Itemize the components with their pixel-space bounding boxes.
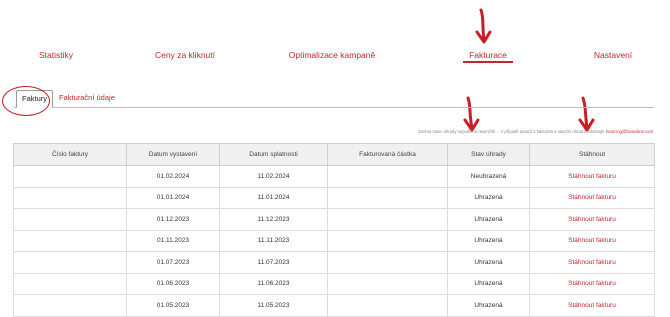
issue-date-cell: 01.01.2024 (126, 186, 220, 209)
payment-status-cell: Uhrazená (447, 272, 530, 295)
column-header-due-date: Datum splatnosti (219, 143, 328, 166)
table-row: 01.01.2024 11.01.2024 Uhrazená Stáhnout … (13, 186, 655, 209)
issue-date-cell: 01.11.2023 (126, 229, 220, 252)
due-date-cell: 11.01.2024 (219, 186, 328, 209)
column-header-amount: Fakturovaná částka (327, 143, 448, 166)
column-header-issue-date: Datum vystavení (126, 143, 220, 166)
due-date-cell: 11.11.2023 (219, 229, 328, 252)
due-date-cell: 11.06.2023 (219, 272, 328, 295)
issue-date-cell: 01.06.2023 (126, 272, 220, 295)
nav-item-fakturace[interactable]: Fakturace (469, 50, 507, 60)
nav-item-statistiky[interactable]: Statistiky (39, 50, 73, 60)
column-header-invoice-number: Číslo faktury (13, 143, 127, 166)
amount-cell (327, 208, 448, 231)
active-nav-indicator (463, 61, 513, 63)
download-invoice-link[interactable]: Stáhnout fakturu (529, 229, 655, 252)
column-header-payment-status: Stav úhrady (447, 143, 530, 166)
billing-tabs: Faktury Fakturační údaje (14, 88, 654, 108)
issue-date-cell: 01.07.2023 (126, 251, 220, 274)
tabs-divider (14, 107, 654, 108)
payment-status-cell: Neuhrazená (447, 165, 530, 188)
nav-item-optimalizace-kampane[interactable]: Optimalizace kampaně (289, 50, 375, 60)
table-row: 01.02.2024 11.02.2024 Neuhrazená Stáhnou… (13, 165, 655, 188)
amount-cell (327, 229, 448, 252)
table-row: 01.11.2023 11.11.2023 Uhrazená Stáhnout … (13, 229, 655, 252)
top-navigation: Statistiky Ceny za kliknutí Optimalizace… (0, 0, 670, 70)
payment-status-cell: Uhrazená (447, 186, 530, 209)
invoice-number-cell (13, 186, 127, 209)
annotation-circle (2, 86, 50, 116)
download-invoice-link[interactable]: Stáhnout fakturu (529, 272, 655, 295)
table-row: 01.07.2023 11.07.2023 Uhrazená Stáhnout … (13, 251, 655, 274)
payment-status-cell: Uhrazená (447, 229, 530, 252)
invoice-number-cell (13, 165, 127, 188)
amount-cell (327, 251, 448, 274)
nav-item-ceny-za-kliknuti[interactable]: Ceny za kliknutí (155, 50, 215, 60)
annotation-arrow-down-icon (475, 8, 492, 44)
table-header-row: Číslo faktury Datum vystavení Datum spla… (13, 143, 655, 166)
payment-status-cell: Uhrazená (447, 208, 530, 231)
note-email-link[interactable]: invoicing@favionline.com (606, 129, 653, 134)
invoice-number-cell (13, 208, 127, 231)
due-date-cell: 11.07.2023 (219, 251, 328, 274)
due-date-cell: 11.12.2023 (219, 208, 328, 231)
due-date-cell: 11.02.2024 (219, 165, 328, 188)
download-invoice-link[interactable]: Stáhnout fakturu (529, 251, 655, 274)
amount-cell (327, 165, 448, 188)
column-header-download: Stáhnout (529, 143, 655, 166)
amount-cell (327, 186, 448, 209)
invoice-number-cell (13, 251, 127, 274)
download-invoice-link[interactable]: Stáhnout fakturu (529, 165, 655, 188)
issue-date-cell: 01.12.2023 (126, 208, 220, 231)
amount-cell (327, 272, 448, 295)
payment-status-cell: Uhrazená (447, 251, 530, 274)
issue-date-cell: 01.02.2024 (126, 165, 220, 188)
tab-fakturacni-udaje[interactable]: Fakturační údaje (54, 90, 120, 106)
download-invoice-link[interactable]: Stáhnout fakturu (529, 186, 655, 209)
invoices-table-body: 01.02.2024 11.02.2024 Neuhrazená Stáhnou… (13, 165, 655, 317)
invoices-table: Číslo faktury Datum vystavení Datum spla… (13, 143, 655, 317)
payment-status-note: Změna stavu úhrady nepodléhá okamžitě… V… (418, 129, 653, 134)
table-row: 01.06.2023 11.06.2023 Uhrazená Stáhnout … (13, 272, 655, 295)
invoice-number-cell (13, 229, 127, 252)
invoice-number-cell (13, 272, 127, 295)
note-text: Změna stavu úhrady nepodléhá okamžitě… V… (418, 129, 605, 134)
table-row: 01.12.2023 11.12.2023 Uhrazená Stáhnout … (13, 208, 655, 231)
download-invoice-link[interactable]: Stáhnout fakturu (529, 208, 655, 231)
nav-item-nastaveni[interactable]: Nastavení (594, 50, 632, 60)
